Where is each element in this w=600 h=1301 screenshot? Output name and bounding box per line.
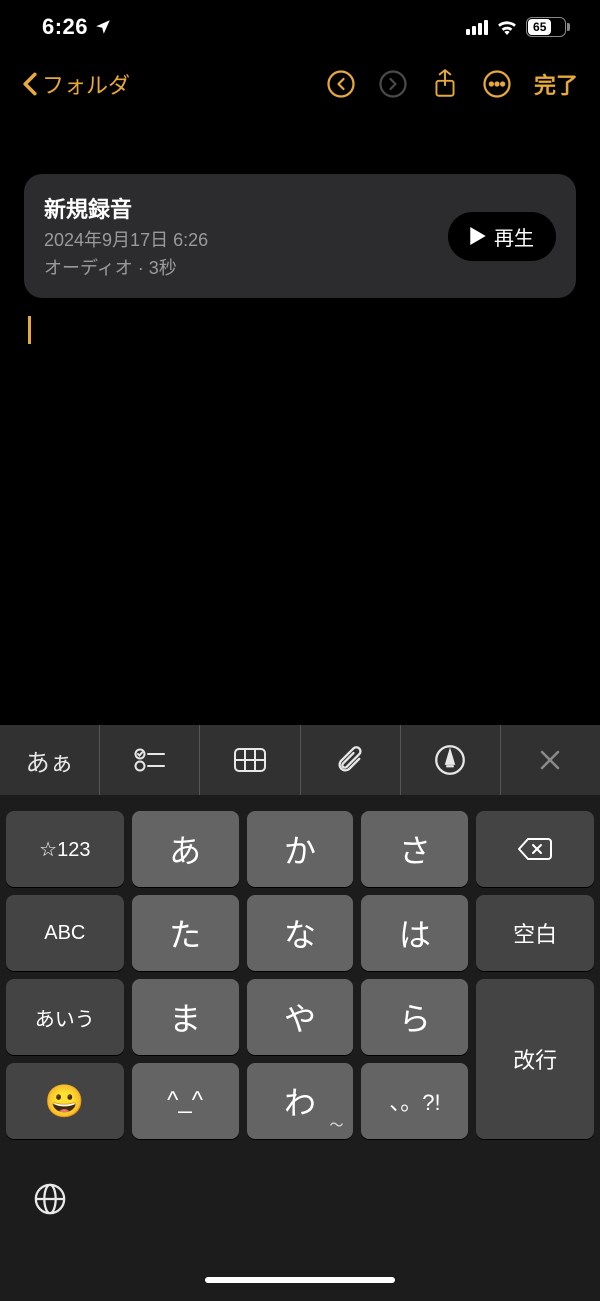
key-sa[interactable]: さ (361, 811, 468, 887)
keyboard-bottom-row (6, 1139, 594, 1259)
key-a[interactable]: あ (132, 811, 239, 887)
table-icon (233, 747, 267, 773)
play-label: 再生 (494, 222, 534, 251)
share-button[interactable] (424, 63, 466, 105)
keyboard: ☆123 あ か さ ABC た な は 空白 あいう ま や ら 改行 😀 ^… (0, 795, 600, 1259)
key-dakuten[interactable]: ^_^ (132, 1063, 239, 1139)
markup-button[interactable] (400, 725, 500, 795)
key-na[interactable]: な (247, 895, 354, 971)
audio-meta: オーディオ · 3秒 (44, 254, 208, 280)
done-button[interactable]: 完了 (534, 68, 578, 100)
key-ka[interactable]: か (247, 811, 354, 887)
key-ya[interactable]: や (247, 979, 354, 1055)
format-button[interactable]: あぁ (0, 725, 99, 795)
location-icon (94, 18, 112, 36)
more-button[interactable] (476, 63, 518, 105)
audio-info: 新規録音 2024年9月17日 6:26 オーディオ · 3秒 (44, 192, 208, 280)
home-indicator[interactable] (205, 1277, 395, 1283)
key-punct[interactable]: 、。?! (361, 1063, 468, 1139)
key-space[interactable]: 空白 (476, 895, 594, 971)
audio-attachment-card[interactable]: 新規録音 2024年9月17日 6:26 オーディオ · 3秒 再生 (24, 174, 576, 298)
share-icon (432, 68, 458, 100)
key-backspace[interactable] (476, 811, 594, 887)
status-bar: 6:26 65 (0, 0, 600, 54)
status-time-group: 6:26 (42, 14, 112, 40)
wifi-icon (496, 19, 518, 35)
status-right: 65 (466, 17, 570, 37)
key-ma[interactable]: ま (132, 979, 239, 1055)
key-ha[interactable]: は (361, 895, 468, 971)
checklist-icon (134, 747, 166, 773)
play-icon (470, 227, 486, 245)
cellular-icon (466, 19, 488, 35)
dismiss-toolbar-button[interactable] (500, 725, 600, 795)
pen-circle-icon (435, 745, 465, 775)
key-mode-num[interactable]: ☆123 (6, 811, 124, 887)
undo-button[interactable] (320, 63, 362, 105)
status-time: 6:26 (42, 14, 88, 40)
paperclip-icon (336, 745, 364, 775)
battery-level: 65 (528, 19, 551, 35)
key-emoji[interactable]: 😀 (6, 1063, 124, 1139)
navigation-bar: フォルダ 完了 (0, 54, 600, 114)
text-cursor (28, 316, 31, 344)
home-indicator-area (0, 1259, 600, 1301)
checklist-button[interactable] (99, 725, 199, 795)
key-mode-abc[interactable]: ABC (6, 895, 124, 971)
play-button[interactable]: 再生 (448, 212, 556, 261)
key-mode-kana[interactable]: あいう (6, 979, 124, 1055)
attachment-button[interactable] (300, 725, 400, 795)
globe-icon (33, 1182, 67, 1216)
redo-icon (378, 69, 408, 99)
audio-title: 新規録音 (44, 192, 208, 224)
back-button[interactable]: フォルダ (22, 68, 130, 100)
undo-icon (326, 69, 356, 99)
backspace-icon (517, 836, 553, 862)
key-ta[interactable]: た (132, 895, 239, 971)
battery-icon: 65 (526, 17, 570, 37)
chevron-left-icon (22, 72, 38, 96)
key-enter[interactable]: 改行 (476, 979, 594, 1139)
note-content[interactable]: 新規録音 2024年9月17日 6:26 オーディオ · 3秒 再生 (0, 114, 600, 344)
close-icon (538, 748, 562, 772)
key-wa[interactable]: わ 〜 (247, 1063, 354, 1139)
back-label: フォルダ (42, 68, 130, 100)
audio-datetime: 2024年9月17日 6:26 (44, 226, 208, 252)
ellipsis-circle-icon (482, 69, 512, 99)
key-ra[interactable]: ら (361, 979, 468, 1055)
globe-button[interactable] (26, 1175, 74, 1223)
redo-button (372, 63, 414, 105)
keyboard-toolbar: あぁ (0, 725, 600, 795)
table-button[interactable] (199, 725, 299, 795)
